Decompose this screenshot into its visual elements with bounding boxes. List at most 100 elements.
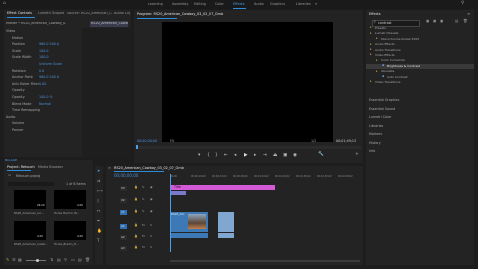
lock-icon[interactable]: 🔒 (134, 235, 138, 238)
zoom-slider-thumb[interactable] (36, 259, 39, 262)
menu-assembly[interactable]: Assembly (172, 2, 188, 6)
mark-out-icon[interactable]: } (215, 153, 218, 159)
mark-in-icon[interactable]: { (207, 153, 210, 159)
property-value[interactable]: 100.0 % (39, 95, 53, 99)
trash-icon[interactable]: 🗑 (85, 258, 90, 262)
sync-icon[interactable]: ⇋ (142, 186, 145, 189)
effects-tree-item[interactable]: Video Transitions (375, 81, 400, 84)
property-value[interactable]: 100.0 (39, 49, 48, 53)
list-view-icon[interactable]: ☰ (12, 258, 16, 262)
property-value[interactable]: Uniform Scale (39, 62, 62, 66)
track-select-icon[interactable]: ⇉ (97, 179, 100, 183)
effects-tree-item[interactable]: Video Effects (375, 54, 395, 57)
close-icon[interactable]: ✕ (108, 166, 111, 170)
export-frame-icon[interactable]: ◉ (293, 153, 297, 159)
panel-section-title[interactable]: Lumetri Color (369, 115, 391, 119)
solo-icon[interactable]: S (150, 224, 152, 227)
marker-icon[interactable]: ▾ (198, 153, 200, 159)
effects-tree-item[interactable]: Monochrome Kodak 5205 (381, 37, 419, 41)
automate-icon[interactable]: ▤ (57, 258, 61, 262)
panel-menu-icon[interactable]: ≡ (467, 12, 470, 16)
video-clip-v1-b[interactable] (218, 212, 234, 232)
settings-icon[interactable]: 🔧 (318, 152, 324, 158)
add-button-icon[interactable]: + (355, 152, 359, 158)
sync-icon[interactable]: ⇋ (142, 198, 145, 201)
go-to-in-icon[interactable]: ⇤ (224, 153, 228, 159)
hand-tool-icon[interactable]: ✋ (97, 229, 102, 233)
title-clip[interactable]: Title (170, 185, 275, 190)
slip-tool-icon[interactable]: ↔ (97, 209, 100, 213)
extract-icon[interactable]: ▣ (283, 153, 287, 159)
sync-icon[interactable]: ⇋ (142, 210, 145, 213)
audio-clip-a1[interactable] (170, 233, 208, 238)
property-value[interactable]: Normal (39, 102, 51, 106)
menu-editing[interactable]: Editing (194, 2, 206, 6)
eye-icon[interactable]: ◉ (150, 210, 153, 213)
eye-icon[interactable]: ◉ (150, 186, 153, 189)
yuv-effects-icon[interactable]: ▣ (440, 19, 443, 24)
solo-icon[interactable]: S (150, 246, 152, 249)
menu-graphics[interactable]: Graphics (270, 2, 285, 6)
short-pink-clip[interactable] (170, 191, 186, 195)
menu-libraries[interactable]: Libraries (296, 2, 311, 6)
step-back-icon[interactable]: ◂ (234, 153, 236, 159)
panel-section-title[interactable]: Essential Graphics (369, 98, 399, 102)
menu-learning[interactable]: Learning (148, 2, 163, 6)
type-tool-icon[interactable]: T (97, 239, 99, 243)
effects-tree-item[interactable]: Lumetri Presets (375, 32, 398, 35)
project-search-input[interactable] (8, 182, 54, 186)
eye-icon[interactable]: ◉ (150, 198, 153, 201)
effects-tree-item[interactable]: Color Correction (381, 59, 405, 62)
property-value[interactable]: 960.0 540.0 (39, 42, 59, 46)
home-icon[interactable]: ⌂ (3, 1, 6, 7)
panel-section-title[interactable]: Libraries (369, 124, 383, 128)
new-bin-icon[interactable]: ▤ (455, 19, 458, 24)
lift-icon[interactable]: ⏏ (273, 153, 277, 159)
property-value[interactable]: 0.00 (39, 82, 46, 86)
video-viewport[interactable] (162, 22, 333, 142)
lock-icon[interactable]: 🔒 (134, 210, 138, 213)
mute-icon[interactable]: M (142, 224, 145, 227)
solo-icon[interactable]: S (150, 235, 152, 238)
timeline-timecode[interactable]: 00;00;00;00 (114, 174, 138, 178)
tab-media-browser[interactable]: Media Browser (38, 165, 63, 169)
mute-icon[interactable]: M (142, 235, 145, 238)
panel-section-title[interactable]: Essential Sound (369, 107, 395, 111)
new-bin-icon[interactable]: ▭ (71, 258, 75, 262)
effects-tree-item[interactable]: Presets (375, 27, 386, 30)
tab-project[interactable]: Project: Retouch (7, 165, 35, 169)
play-icon[interactable]: ▶ (244, 153, 248, 159)
new-item-icon[interactable]: ▤ (78, 258, 82, 262)
menu-audio[interactable]: Audio (254, 2, 264, 6)
tab-lumetri-scopes[interactable]: Lumetri Scopes (38, 11, 64, 15)
32bit-effects-icon[interactable]: ▣ (433, 19, 436, 24)
tab-source[interactable]: Source: RS20_American_Cowboy_03_0 (67, 12, 112, 15)
timeline-playhead[interactable] (170, 174, 171, 252)
playhead-marker[interactable] (136, 145, 138, 149)
timeline-scrollbar[interactable] (170, 260, 360, 262)
resolution-dropdown[interactable]: 1/2 (311, 139, 316, 143)
audio-clip-a1-b[interactable] (218, 233, 234, 238)
property-value[interactable]: 960.0 540.0 (39, 75, 59, 79)
panel-section-title[interactable]: History (369, 141, 381, 145)
panel-section-title[interactable]: Info (369, 149, 375, 153)
lock-icon[interactable]: 🔒 (134, 186, 138, 189)
selection-tool-icon[interactable]: ➤ (97, 169, 100, 173)
lock-icon[interactable]: 🔒 (134, 246, 138, 249)
step-forward-icon[interactable]: ▸ (254, 153, 256, 159)
chevron-right-icon[interactable]: » (315, 2, 317, 6)
effects-tree-item[interactable]: Auto Contrast (387, 75, 408, 79)
pen-tool-icon[interactable]: ✒ (97, 219, 100, 223)
pencil-icon[interactable]: ✎ (6, 258, 9, 262)
delete-icon[interactable]: 🗑 (463, 19, 468, 24)
tab-audio-clip[interactable]: Audio Clip (114, 12, 130, 15)
effects-tree-item[interactable]: Audio Effects (375, 43, 395, 46)
effects-tree-item[interactable]: Brightness & Contrast (387, 64, 420, 68)
icon-view-icon[interactable]: ▦ (18, 258, 22, 262)
effects-tree-item[interactable]: Audio Transitions (375, 48, 401, 52)
sort-icon[interactable]: ⇅ (50, 258, 53, 262)
property-value[interactable]: 0.0 (39, 69, 44, 73)
property-value[interactable]: 100.0 (39, 56, 48, 60)
program-scrub-bar[interactable] (136, 145, 361, 149)
panel-section-title[interactable]: Markers (369, 132, 382, 136)
